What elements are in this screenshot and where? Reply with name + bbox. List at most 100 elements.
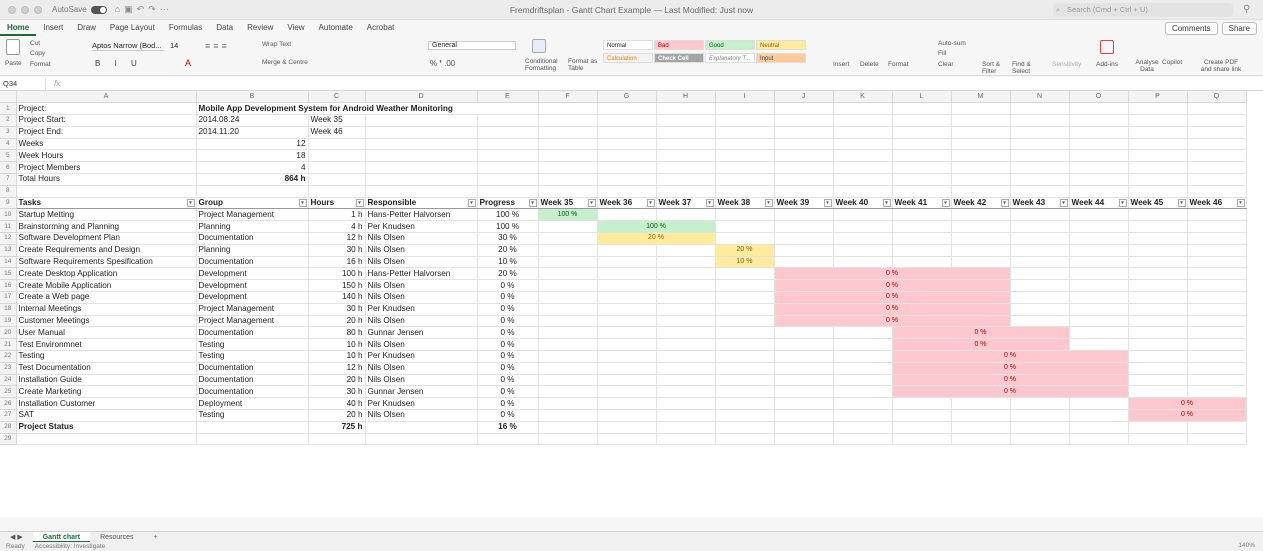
- empty-week-cell[interactable]: [774, 208, 834, 222]
- filter-dropdown-icon[interactable]: ▾: [646, 198, 655, 207]
- empty-cell[interactable]: [774, 173, 834, 186]
- filter-dropdown-icon[interactable]: ▾: [1000, 198, 1009, 207]
- task-hours[interactable]: 30 h: [308, 385, 366, 399]
- ribbon-tab-review[interactable]: Review: [240, 20, 280, 36]
- table-header-group[interactable]: Group ▾: [196, 197, 309, 210]
- empty-cell[interactable]: [951, 421, 1011, 434]
- empty-week-cell[interactable]: [538, 303, 598, 316]
- style-bad[interactable]: Bad: [654, 40, 704, 50]
- empty-week-cell[interactable]: [597, 267, 657, 281]
- column-header-e[interactable]: E: [477, 91, 539, 104]
- empty-cell[interactable]: [597, 161, 657, 175]
- empty-cell[interactable]: [597, 114, 657, 127]
- copy-button[interactable]: Copy: [30, 50, 45, 57]
- empty-week-cell[interactable]: [656, 291, 716, 304]
- column-header-n[interactable]: N: [1010, 91, 1070, 104]
- cut-button[interactable]: Cut: [30, 40, 40, 47]
- font-color-icon[interactable]: A: [185, 58, 191, 68]
- autosum-button[interactable]: Auto-sum: [938, 40, 966, 47]
- task-responsible[interactable]: Nils Olsen: [365, 232, 478, 245]
- cell[interactable]: 12: [196, 138, 309, 151]
- empty-week-cell[interactable]: [1187, 350, 1247, 363]
- empty-cell[interactable]: [774, 102, 834, 116]
- empty-cell[interactable]: [477, 138, 539, 151]
- toggle-switch-icon[interactable]: [90, 5, 107, 14]
- table-header-responsible[interactable]: Responsible ▾: [365, 197, 478, 210]
- empty-cell[interactable]: [477, 433, 539, 446]
- cell[interactable]: Week 46: [308, 126, 366, 139]
- empty-cell[interactable]: [308, 433, 366, 446]
- empty-cell[interactable]: [538, 161, 598, 175]
- empty-cell[interactable]: [1010, 173, 1070, 186]
- horizontal-scrollbar[interactable]: [0, 517, 1263, 531]
- row-number[interactable]: 16: [0, 279, 17, 293]
- row-number[interactable]: 4: [0, 138, 17, 151]
- empty-cell[interactable]: [892, 114, 952, 127]
- empty-cell[interactable]: [477, 149, 539, 163]
- empty-week-cell[interactable]: [715, 208, 775, 222]
- empty-week-cell[interactable]: [774, 397, 834, 411]
- empty-cell[interactable]: [715, 185, 775, 198]
- empty-week-cell[interactable]: [538, 338, 598, 352]
- empty-week-cell[interactable]: [538, 409, 598, 422]
- task-group[interactable]: Testing: [196, 409, 309, 422]
- empty-cell[interactable]: [833, 173, 893, 186]
- empty-cell[interactable]: [1128, 185, 1188, 198]
- row-number[interactable]: 24: [0, 374, 17, 387]
- empty-cell[interactable]: [597, 149, 657, 163]
- empty-week-cell[interactable]: [1187, 338, 1247, 352]
- empty-week-cell[interactable]: [951, 220, 1011, 234]
- empty-cell[interactable]: [774, 421, 834, 434]
- filter-dropdown-icon[interactable]: ▾: [941, 198, 950, 207]
- empty-cell[interactable]: [1128, 421, 1188, 434]
- empty-week-cell[interactable]: [1128, 326, 1188, 340]
- empty-cell[interactable]: [538, 149, 598, 163]
- sheet-tab-resources[interactable]: Resources: [90, 532, 143, 543]
- empty-week-cell[interactable]: [1069, 279, 1129, 293]
- empty-week-cell[interactable]: [1010, 397, 1070, 411]
- task-hours[interactable]: 100 h: [308, 267, 366, 281]
- task-name[interactable]: Create a Web page: [16, 291, 197, 304]
- empty-cell[interactable]: [538, 433, 598, 446]
- row-number[interactable]: 29: [0, 433, 17, 446]
- empty-week-cell[interactable]: [951, 232, 1011, 245]
- empty-cell[interactable]: [892, 161, 952, 175]
- task-hours[interactable]: 1 h: [308, 208, 366, 222]
- row-number[interactable]: 21: [0, 338, 17, 352]
- empty-cell[interactable]: [308, 185, 366, 198]
- empty-week-cell[interactable]: [833, 409, 893, 422]
- empty-week-cell[interactable]: [1069, 338, 1129, 352]
- ribbon-tab-draw[interactable]: Draw: [70, 20, 103, 36]
- empty-cell[interactable]: [656, 102, 716, 116]
- empty-cell[interactable]: [1010, 185, 1070, 198]
- task-progress[interactable]: 0 %: [477, 409, 539, 422]
- empty-week-cell[interactable]: [1128, 267, 1188, 281]
- empty-cell[interactable]: [538, 114, 598, 127]
- task-progress[interactable]: 0 %: [477, 338, 539, 352]
- column-header-q[interactable]: Q: [1187, 91, 1247, 104]
- empty-cell[interactable]: [477, 185, 539, 198]
- empty-week-cell[interactable]: [1010, 303, 1070, 316]
- empty-cell[interactable]: [1128, 126, 1188, 139]
- column-header-c[interactable]: C: [308, 91, 366, 104]
- empty-cell[interactable]: [477, 161, 539, 175]
- empty-cell[interactable]: [1069, 102, 1129, 116]
- accessibility-status[interactable]: Accessibility: Investigate: [35, 543, 105, 550]
- format-painter-button[interactable]: Format: [30, 61, 51, 68]
- task-name[interactable]: Installation Guide: [16, 374, 197, 387]
- task-hours[interactable]: 10 h: [308, 338, 366, 352]
- empty-cell[interactable]: [1187, 173, 1247, 186]
- table-header-progress[interactable]: Progress ▾: [477, 197, 539, 210]
- gantt-bar[interactable]: 0 %: [1128, 409, 1247, 422]
- empty-week-cell[interactable]: [1069, 326, 1129, 340]
- filter-dropdown-icon[interactable]: ▾: [882, 198, 891, 207]
- empty-week-cell[interactable]: [715, 338, 775, 352]
- project-status-progress[interactable]: 16 %: [477, 421, 539, 434]
- empty-week-cell[interactable]: [774, 326, 834, 340]
- sort-filter-button[interactable]: Sort & Filter: [982, 61, 1012, 75]
- empty-week-cell[interactable]: [538, 374, 598, 387]
- empty-week-cell[interactable]: [1010, 232, 1070, 245]
- filter-dropdown-icon[interactable]: ▾: [764, 198, 773, 207]
- ribbon-tab-acrobat[interactable]: Acrobat: [360, 20, 402, 36]
- empty-cell[interactable]: [715, 126, 775, 139]
